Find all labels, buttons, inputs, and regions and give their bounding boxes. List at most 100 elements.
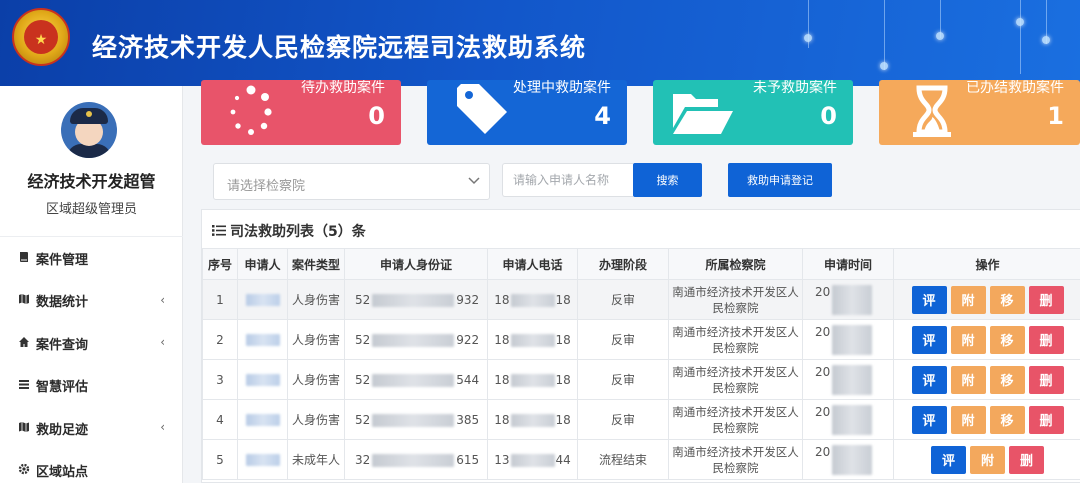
spinner-icon xyxy=(230,85,272,135)
time-prefix: 20 xyxy=(815,404,831,419)
attach-button[interactable]: 附 xyxy=(950,325,986,354)
table-row[interactable]: 4 人身伤害 52 385 18 18 反审 南通市经济技术开发区人民检察院 20 评附移删 xyxy=(202,399,1080,440)
row-actions: 评附移删 xyxy=(895,325,1080,354)
stat-card-label: 待办救助案件 xyxy=(301,80,385,96)
sidebar-item-regional-sites[interactable]: 区域站点 xyxy=(0,450,183,483)
attach-button[interactable]: 附 xyxy=(950,285,986,314)
evaluate-button[interactable]: 评 xyxy=(911,365,947,394)
time-prefix: 20 xyxy=(815,284,831,299)
column-header: 办理阶段 xyxy=(577,248,669,280)
redacted-applicant-name xyxy=(245,334,280,346)
sidebar-item-case-management[interactable]: 案件管理 xyxy=(0,237,183,280)
chevron-left-icon: ‹ xyxy=(160,420,165,434)
attach-button[interactable]: 附 xyxy=(950,365,986,394)
phone-suffix: 18 xyxy=(555,332,571,347)
redacted-id xyxy=(372,413,455,427)
transfer-button[interactable]: 移 xyxy=(989,365,1025,394)
sidebar-item-label: 案件管理 xyxy=(36,252,89,268)
decor-dot xyxy=(936,32,944,40)
decor-dot xyxy=(1016,18,1024,26)
delete-button[interactable]: 删 xyxy=(1028,405,1064,434)
stat-card-rejected[interactable]: 未予救助案件 0 xyxy=(653,80,853,145)
transfer-button[interactable]: 移 xyxy=(989,325,1025,354)
table-row[interactable]: 3 人身伤害 52 544 18 18 反审 南通市经济技术开发区人民检察院 20 评附移删 xyxy=(202,359,1080,400)
evaluate-button[interactable]: 评 xyxy=(911,325,947,354)
cell-phone: 18 18 xyxy=(487,279,578,320)
user-name: 经济技术开发超管 xyxy=(27,172,156,191)
list-icon xyxy=(18,378,36,393)
phone-suffix: 18 xyxy=(555,292,571,307)
sidebar-item-aid-footprint[interactable]: 救助足迹 ‹ xyxy=(0,407,183,450)
redacted-applicant-name xyxy=(245,454,280,466)
stat-card-processing[interactable]: 处理中救助案件 4 xyxy=(427,80,627,145)
id-suffix: 385 xyxy=(456,412,480,427)
user-role: 区域超级管理员 xyxy=(45,202,137,217)
cell-procuratorate: 南通市经济技术开发区人民检察院 xyxy=(668,439,803,480)
phone-prefix: 13 xyxy=(494,452,510,467)
table-row[interactable]: 5 未成年人 32 615 13 44 流程结束 南通市经济技术开发区人民检察院 20 评附删 xyxy=(202,439,1080,480)
table-header-row: 序号 申请人 案件类型 申请人身份证 申请人电话 办理阶段 所属检察院 申请时间… xyxy=(202,248,1080,280)
delete-button[interactable]: 删 xyxy=(1009,445,1044,474)
sidebar-item-label: 区域站点 xyxy=(36,465,89,481)
cell-procuratorate: 南通市经济技术开发区人民检察院 xyxy=(668,359,803,400)
evaluate-button[interactable]: 评 xyxy=(911,285,947,314)
stat-card-pending[interactable]: 待办救助案件 0 xyxy=(201,80,401,145)
sidebar-item-case-query[interactable]: 案件查询 ‹ xyxy=(0,322,183,365)
cell-applicant xyxy=(237,399,288,440)
attach-button[interactable]: 附 xyxy=(950,405,986,434)
cell-id-number: 52 922 xyxy=(344,319,488,360)
cell-actions: 评附移删 xyxy=(893,399,1080,440)
stat-card-count: 1 xyxy=(1047,102,1064,130)
redacted-applicant-name xyxy=(245,414,280,426)
evaluate-button[interactable]: 评 xyxy=(911,405,947,434)
cell-applicant xyxy=(237,359,288,400)
id-prefix: 52 xyxy=(355,292,371,307)
column-header: 申请人身份证 xyxy=(344,248,488,280)
cell-id-number: 52 544 xyxy=(344,359,488,400)
delete-button[interactable]: 删 xyxy=(1028,285,1064,314)
id-prefix: 32 xyxy=(355,452,371,467)
redacted-time xyxy=(832,404,873,435)
sidebar: 经济技术开发超管 区域超级管理员 案件管理 数据统计 ‹ 案件查询 ‹ 智慧评估… xyxy=(0,86,183,483)
id-prefix: 52 xyxy=(355,372,371,387)
transfer-button[interactable]: 移 xyxy=(989,285,1025,314)
cell-case-type: 人身伤害 xyxy=(287,319,345,360)
search-button[interactable]: 搜索 xyxy=(633,163,702,197)
delete-button[interactable]: 删 xyxy=(1028,325,1064,354)
procuratorate-select-placeholder: 请选择检察院 xyxy=(227,179,306,194)
sidebar-item-statistics[interactable]: 数据统计 ‹ xyxy=(0,280,183,323)
stat-card-completed[interactable]: 已办结救助案件 1 xyxy=(879,80,1080,145)
procuratorate-select[interactable]: 请选择检察院 xyxy=(213,163,490,200)
aid-list-table: 序号 申请人 案件类型 申请人身份证 申请人电话 办理阶段 所属检察院 申请时间… xyxy=(202,248,1080,480)
cell-actions: 评附移删 xyxy=(893,359,1080,400)
transfer-button[interactable]: 移 xyxy=(989,405,1025,434)
row-actions: 评附移删 xyxy=(895,365,1080,394)
id-suffix: 932 xyxy=(456,292,480,307)
cell-actions: 评附移删 xyxy=(893,319,1080,360)
redacted-time xyxy=(832,324,873,355)
attach-button[interactable]: 附 xyxy=(970,445,1005,474)
cell-phone: 18 18 xyxy=(487,359,578,400)
delete-button[interactable]: 删 xyxy=(1028,365,1064,394)
redacted-phone xyxy=(510,413,555,427)
avatar[interactable] xyxy=(61,102,117,158)
table-row[interactable]: 2 人身伤害 52 922 18 18 反审 南通市经济技术开发区人民检察院 20 评附移删 xyxy=(202,319,1080,360)
cell-id-number: 52 385 xyxy=(344,399,488,440)
cell-stage: 反审 xyxy=(577,319,669,360)
applicant-name-input[interactable] xyxy=(502,163,633,197)
sidebar-item-smart-assessment[interactable]: 智慧评估 xyxy=(0,365,183,408)
phone-suffix: 18 xyxy=(555,412,571,427)
phone-prefix: 18 xyxy=(494,412,510,427)
redacted-phone xyxy=(510,293,555,307)
cell-applicant xyxy=(237,319,288,360)
cell-phone: 13 44 xyxy=(487,439,578,480)
cell-stage: 流程结束 xyxy=(577,439,669,480)
sidebar-item-label: 数据统计 xyxy=(36,295,89,311)
id-suffix: 544 xyxy=(456,372,480,387)
cell-stage: 反审 xyxy=(577,279,669,320)
evaluate-button[interactable]: 评 xyxy=(931,445,966,474)
sidebar-menu: 案件管理 数据统计 ‹ 案件查询 ‹ 智慧评估 救助足迹 ‹ 区域站点 xyxy=(0,236,183,483)
aid-application-register-button[interactable]: 救助申请登记 xyxy=(728,163,832,197)
map-icon xyxy=(18,421,36,436)
table-row[interactable]: 1 人身伤害 52 932 18 18 反审 南通市经济技术开发区人民检察院 20 评附移删 xyxy=(202,279,1080,320)
